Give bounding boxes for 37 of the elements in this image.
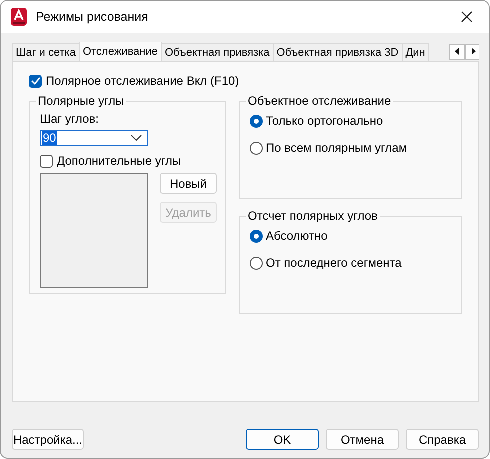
triangle-left-icon <box>454 48 460 55</box>
tab[interactable]: Объектная привязка <box>161 43 274 61</box>
radio-button[interactable] <box>250 114 263 128</box>
close-icon <box>461 11 473 23</box>
tab[interactable]: Отслеживание <box>78 42 162 61</box>
radio-label: По всем полярным углам <box>266 141 408 155</box>
dropdown-value: 90 <box>42 131 58 145</box>
settings-button[interactable]: Настройка... <box>12 429 84 450</box>
checkbox-label: Полярное отслеживание Вкл (F10) <box>46 74 240 88</box>
tab[interactable]: Шаг и сетка <box>12 43 80 61</box>
window-title: Режимы рисования <box>36 10 150 24</box>
dialog-button[interactable]: OK <box>246 429 319 450</box>
radio-label: Абсолютно <box>266 229 328 243</box>
radio-button[interactable] <box>250 256 263 270</box>
group-title: Полярные углы <box>37 94 126 108</box>
radio-button[interactable] <box>250 230 263 242</box>
triangle-right-icon <box>470 48 476 55</box>
checkbox[interactable] <box>40 154 53 168</box>
app-logo-icon <box>11 8 27 26</box>
radio-label: От последнего сегмента <box>266 256 402 270</box>
dialog-button[interactable]: Справка <box>406 429 479 450</box>
radio-label: Только ортогонально <box>266 114 384 128</box>
angle-list[interactable] <box>40 173 148 288</box>
scroll-right-button[interactable] <box>465 44 479 60</box>
group-title: Отсчет полярных углов <box>247 209 379 223</box>
scroll-left-button[interactable] <box>449 44 465 60</box>
tab[interactable]: Дин <box>402 43 430 61</box>
group-title: Объектное отслеживание <box>247 94 392 108</box>
chevron-down-icon <box>131 135 142 141</box>
angle-dropdown[interactable]: 90 <box>40 130 148 146</box>
radio-button[interactable] <box>250 142 263 154</box>
action-button[interactable]: Новый <box>160 173 217 194</box>
field-label: Шаг углов: <box>40 112 100 126</box>
checkbox-label: Дополнительные углы <box>57 154 182 168</box>
dialog-button[interactable]: Отмена <box>326 429 399 450</box>
tab[interactable]: Объектная привязка 3D <box>272 43 403 61</box>
checkbox[interactable] <box>29 74 42 88</box>
